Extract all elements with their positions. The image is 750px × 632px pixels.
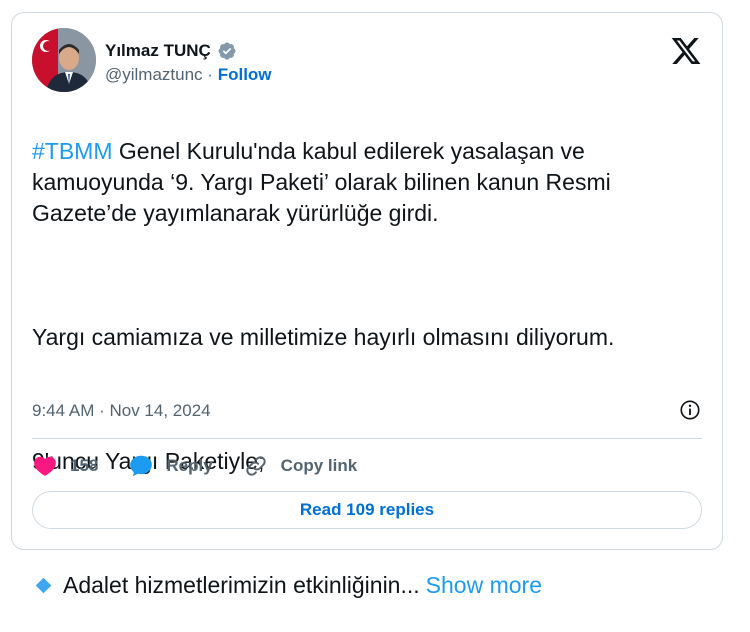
read-replies-button[interactable]: Read 109 replies bbox=[32, 491, 702, 529]
copy-link-label: Copy link bbox=[280, 456, 358, 475]
info-icon[interactable] bbox=[679, 399, 701, 421]
timestamp[interactable]: 9:44 AM · Nov 14, 2024 bbox=[32, 401, 211, 421]
copy-link-button[interactable]: Copy link bbox=[243, 453, 358, 479]
x-logo-icon[interactable] bbox=[670, 35, 702, 67]
like-count: 158 bbox=[70, 456, 99, 475]
tweet-paragraph-1: #TBMM Genel Kurulu'nda kabul edilerek ya… bbox=[32, 136, 712, 229]
show-more-link[interactable]: Show more bbox=[426, 570, 542, 601]
avatar[interactable] bbox=[32, 28, 96, 92]
tweet-paragraph-2: Yargı camiamıza ve milletimize hayırlı o… bbox=[32, 324, 615, 350]
action-bar: 158 Reply Copy link bbox=[32, 453, 387, 479]
tweet-paragraph-1-text: Genel Kurulu'nda kabul edilerek yasalaşa… bbox=[32, 138, 611, 226]
tweet-bullet-line: Adalet hizmetlerimizin etkinliğinin... S… bbox=[32, 570, 712, 601]
verified-badge-icon bbox=[218, 42, 236, 60]
author-handle-row: @yilmaztunc · Follow bbox=[105, 65, 272, 85]
reply-icon bbox=[130, 455, 153, 477]
avatar-image bbox=[32, 28, 96, 92]
author-name-row: Yılmaz TUNÇ bbox=[105, 41, 237, 61]
hashtag-link[interactable]: #TBMM bbox=[32, 138, 113, 164]
blue-diamond-icon bbox=[35, 577, 52, 594]
tweet-card: Yılmaz TUNÇ @yilmaztunc · Follow #TBMM G… bbox=[11, 12, 723, 598]
like-button[interactable]: 158 bbox=[32, 453, 98, 479]
author-handle[interactable]: @yilmaztunc bbox=[105, 65, 203, 84]
separator-dot: · bbox=[207, 65, 213, 84]
reply-label: Reply bbox=[166, 456, 213, 475]
link-icon bbox=[246, 456, 266, 476]
tweet-bullet-text: Adalet hizmetlerimizin etkinliğinin... bbox=[63, 572, 420, 598]
tweet-text: #TBMM Genel Kurulu'nda kabul edilerek ya… bbox=[32, 105, 712, 632]
follow-button[interactable]: Follow bbox=[218, 65, 272, 84]
reply-button[interactable]: Reply bbox=[128, 453, 213, 479]
divider bbox=[32, 438, 702, 439]
heart-icon bbox=[34, 456, 56, 476]
author-name[interactable]: Yılmaz TUNÇ bbox=[105, 41, 211, 61]
